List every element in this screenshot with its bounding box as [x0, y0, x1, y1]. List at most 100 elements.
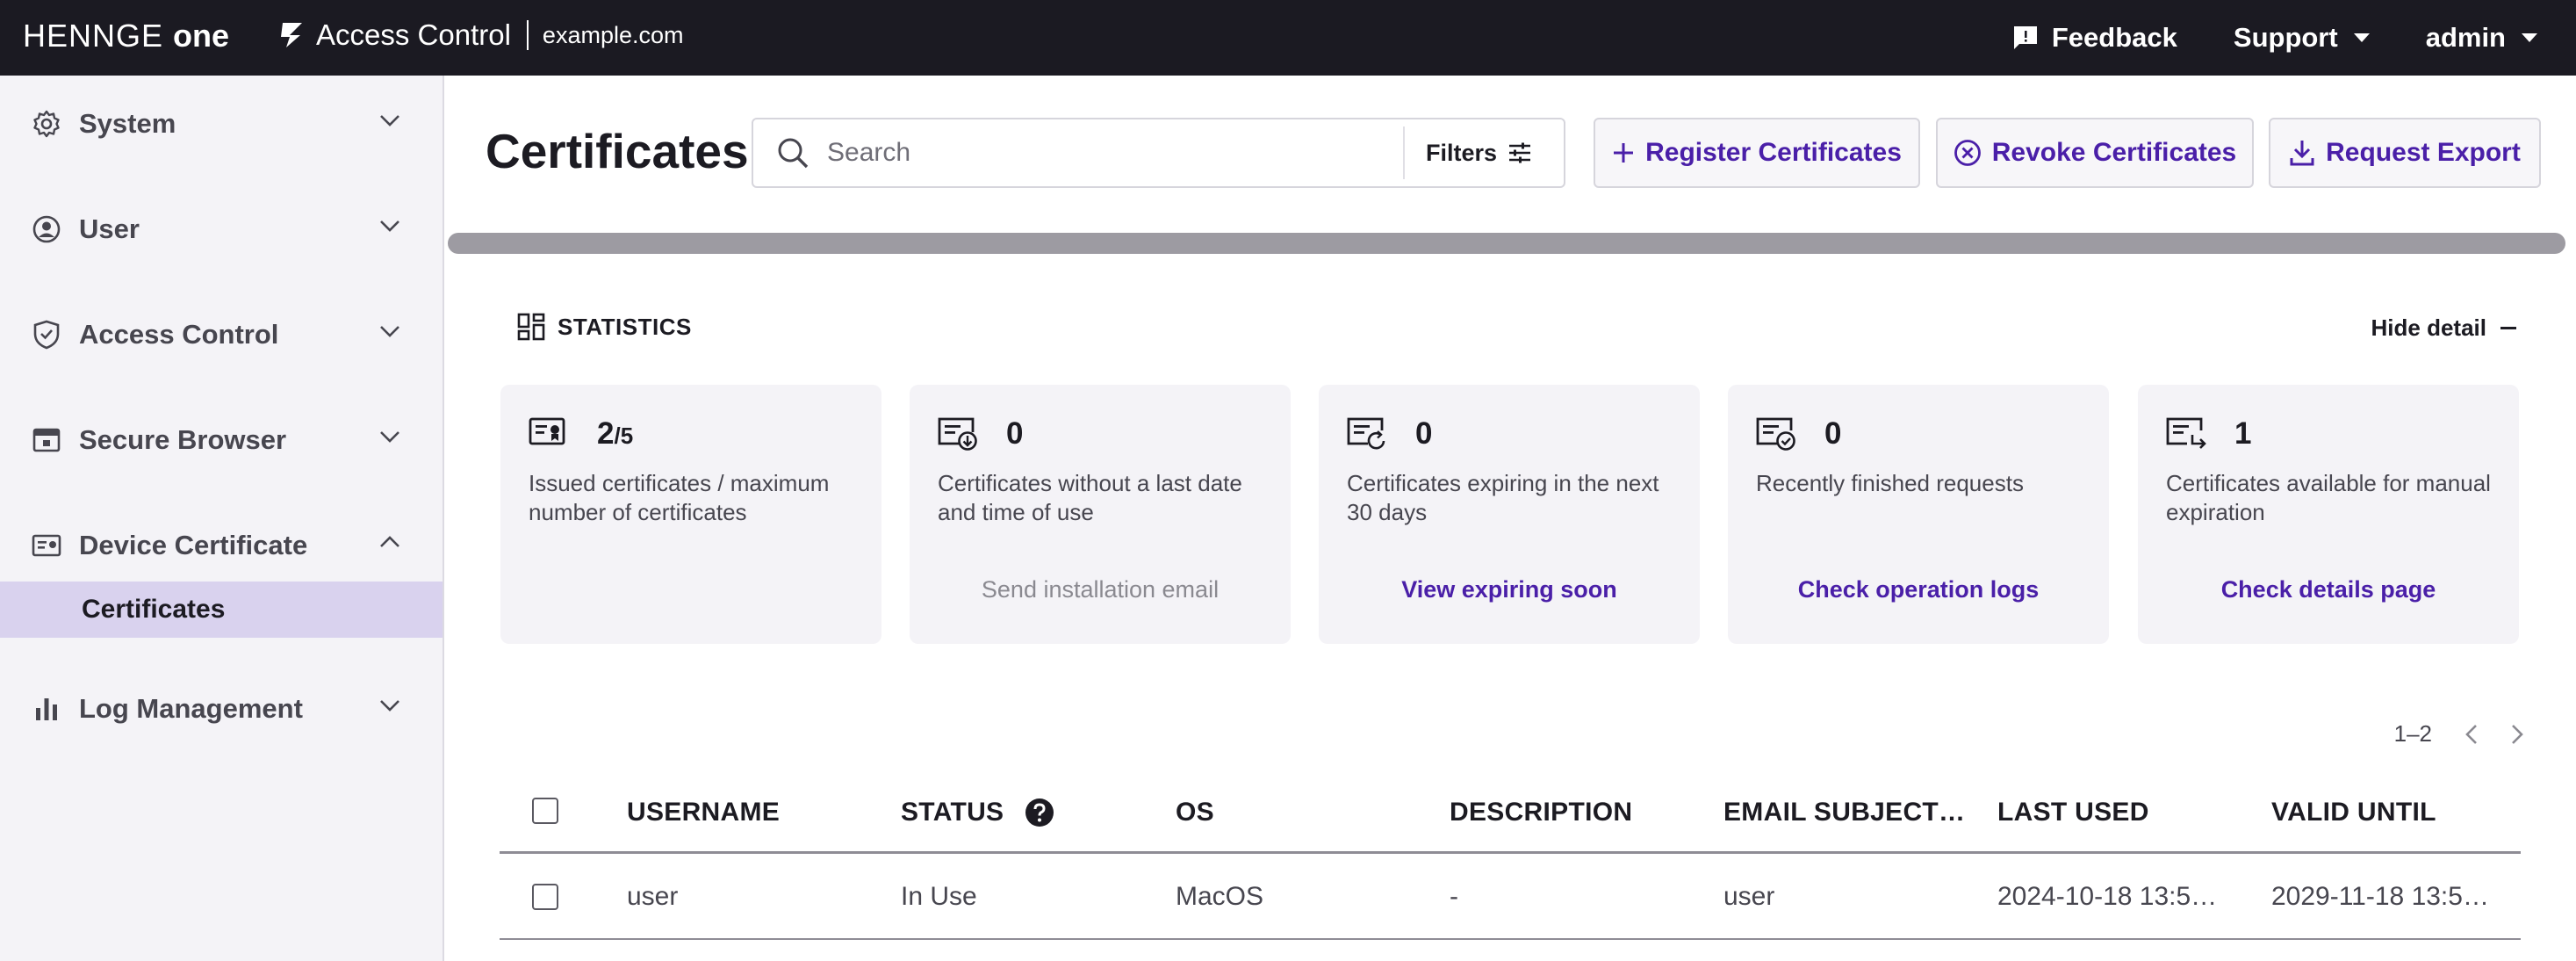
stat-value-max: /5: [614, 423, 634, 449]
product-name: Access Control: [316, 18, 511, 51]
table-row[interactable]: user In Use MacOS - user 2024-10-18 13:5…: [500, 856, 2521, 940]
product-divider: [526, 20, 529, 50]
sidebar-item-label: Log Management: [79, 693, 303, 724]
sidebar-item-label: Secure Browser: [79, 424, 287, 455]
sidebar-item-device-certificate[interactable]: Device Certificate: [0, 506, 443, 585]
column-header-description[interactable]: DESCRIPTION: [1450, 798, 1632, 827]
chevron-up-icon: [380, 536, 399, 547]
previous-page-button[interactable]: [2465, 724, 2478, 745]
sidebar-item-certificates[interactable]: Certificates: [0, 582, 443, 638]
stat-card-issued: 2/5 Issued certificates / maximum number…: [500, 385, 881, 644]
feedback-icon: [2013, 26, 2037, 49]
stat-value-number: 2: [597, 416, 615, 451]
chevron-right-icon: [2512, 724, 2523, 744]
cancel-circle-icon: [1954, 140, 1981, 166]
feedback-button[interactable]: Feedback: [2011, 22, 2177, 54]
certificate-arrow-icon: [2166, 417, 2206, 449]
sidebar-item-access-control[interactable]: Access Control: [0, 295, 443, 374]
tenant-name: example.com: [542, 21, 684, 48]
stat-description: Recently finished requests: [1756, 470, 2024, 496]
search-icon: [778, 138, 809, 169]
column-header-email-subject[interactable]: EMAIL SUBJECT…: [1723, 798, 1965, 827]
plus-icon: [1614, 143, 1634, 163]
stat-description: Certificates without a last date and tim…: [938, 470, 1242, 525]
top-nav: Feedback Support admin: [2011, 0, 2576, 76]
cell-status: In Use: [901, 882, 977, 911]
cell-valid-until: 2029-11-18 13:5…: [2271, 882, 2489, 911]
stat-description: Issued certificates / maximum number of …: [529, 470, 830, 525]
send-installation-email-link[interactable]: Send installation email: [910, 576, 1291, 603]
product-logo-icon: [281, 23, 302, 47]
column-header-os[interactable]: OS: [1176, 798, 1214, 827]
revoke-label: Revoke Certificates: [1991, 138, 2237, 167]
stat-card-expiring: 0 Certificates expiring in the next 30 d…: [1319, 385, 1700, 644]
cell-description: -: [1450, 882, 1458, 911]
brand-logo[interactable]: HENNGE one: [23, 18, 229, 54]
stat-value: 1: [2234, 416, 2252, 451]
request-export-button[interactable]: Request Export: [2269, 118, 2541, 188]
view-expiring-soon-link[interactable]: View expiring soon: [1319, 576, 1700, 603]
check-details-page-link[interactable]: Check details page: [2138, 576, 2519, 603]
sliders-icon: [1509, 142, 1530, 163]
certificate-card-icon: [529, 417, 565, 445]
stat-value: 0: [1415, 416, 1433, 451]
statistics-heading: STATISTICS: [517, 313, 692, 341]
brand-suffix: one: [173, 18, 230, 54]
cell-username: user: [627, 882, 679, 911]
search-box: Filters: [752, 118, 1565, 188]
column-header-label: STATUS: [901, 798, 1004, 827]
caret-down-icon: [2522, 33, 2537, 42]
row-checkbox[interactable]: [532, 884, 558, 910]
certificate-card-icon: [32, 531, 61, 560]
caret-down-icon: [2353, 33, 2370, 42]
search-input[interactable]: [827, 138, 1371, 168]
chevron-left-icon: [2465, 724, 2477, 744]
page-title: Certificates: [486, 124, 749, 178]
sidebar-item-secure-browser[interactable]: Secure Browser: [0, 401, 443, 480]
column-header-username[interactable]: USERNAME: [627, 798, 780, 827]
admin-menu[interactable]: admin: [2426, 22, 2537, 54]
next-page-button[interactable]: [2511, 724, 2523, 745]
support-menu[interactable]: Support: [2234, 22, 2370, 54]
certificate-check-icon: [1756, 417, 1795, 451]
stat-description: Certificates available for manual expira…: [2166, 470, 2491, 525]
select-all-checkbox[interactable]: [532, 798, 558, 824]
chevron-down-icon: [380, 700, 399, 712]
sidebar: System User Access Control Secure Browse…: [0, 76, 444, 961]
certificate-download-icon: [938, 417, 977, 451]
browser-window-icon: [32, 425, 61, 455]
download-icon: [2290, 141, 2314, 166]
hide-detail-button[interactable]: Hide detail: [2371, 314, 2516, 342]
certificate-refresh-icon: [1347, 417, 1385, 450]
support-label: Support: [2233, 22, 2338, 53]
export-label: Request Export: [2326, 138, 2521, 167]
revoke-certificates-button[interactable]: Revoke Certificates: [1936, 118, 2254, 188]
sidebar-item-label: System: [79, 108, 176, 139]
admin-label: admin: [2425, 22, 2506, 53]
sidebar-item-system[interactable]: System: [0, 84, 443, 163]
minus-icon: [2500, 327, 2516, 329]
column-header-valid-until[interactable]: VALID UNTIL: [2271, 798, 2436, 827]
check-operation-logs-link[interactable]: Check operation logs: [1728, 576, 2109, 603]
sidebar-item-label: Access Control: [79, 319, 279, 350]
cell-os: MacOS: [1176, 882, 1264, 911]
register-certificates-button[interactable]: Register Certificates: [1594, 118, 1920, 188]
sidebar-item-log-management[interactable]: Log Management: [0, 669, 443, 748]
filters-button[interactable]: Filters: [1402, 126, 1564, 179]
cell-last-used: 2024-10-18 13:5…: [1997, 882, 2218, 911]
stat-value: 0: [1006, 416, 1024, 451]
gear-icon: [32, 109, 61, 139]
sidebar-item-label: User: [79, 213, 140, 244]
pagination-range: 1–2: [2393, 720, 2432, 747]
statistics-label: STATISTICS: [558, 313, 692, 340]
chevron-down-icon: [380, 115, 399, 126]
register-label: Register Certificates: [1645, 138, 1902, 167]
chevron-down-icon: [380, 431, 399, 443]
table-header: USERNAME STATUS OS DESCRIPTION EMAIL SUB…: [500, 780, 2521, 854]
column-header-last-used[interactable]: LAST USED: [1997, 798, 2149, 827]
sidebar-item-user[interactable]: User: [0, 190, 443, 269]
sidebar-item-label: Device Certificate: [79, 530, 308, 560]
stat-card-finished-requests: 0 Recently finished requests Check opera…: [1728, 385, 2109, 644]
column-header-status[interactable]: STATUS: [901, 798, 1054, 827]
help-circle-icon[interactable]: [1025, 798, 1054, 827]
